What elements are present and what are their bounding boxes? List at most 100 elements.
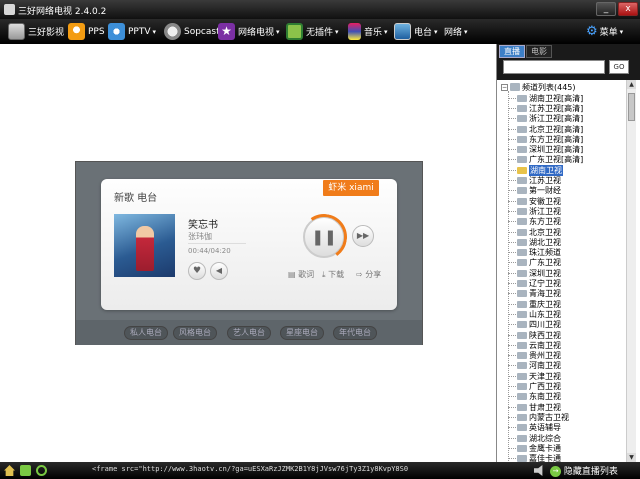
tab-movies[interactable]: 电影 — [526, 45, 552, 58]
channel-item[interactable]: 江苏卫视 — [508, 175, 561, 185]
channel-item[interactable]: 浙江卫视[高清] — [508, 114, 583, 124]
toolbar-item-web-tv[interactable]: ★ 网络电视 ▾ — [218, 22, 280, 41]
arrow-right-icon: → — [550, 466, 561, 477]
film-icon — [8, 23, 25, 40]
fullscreen-icon[interactable] — [20, 465, 31, 476]
toolbar-item-label: 三好影视 — [28, 28, 65, 38]
collapse-icon[interactable]: − — [501, 83, 508, 91]
channel-item[interactable]: 湖北卫视 — [508, 237, 561, 247]
station-artist[interactable]: 艺人电台 — [227, 326, 271, 340]
channel-item[interactable]: 北京卫视[高清] — [508, 124, 583, 134]
channel-item[interactable]: 湖北综合 — [508, 433, 561, 443]
channel-item[interactable]: 珠江频道 — [508, 248, 561, 258]
channel-item[interactable]: 甘肃卫视 — [508, 402, 561, 412]
toolbar-item-label: PPTV — [128, 26, 151, 37]
chevron-down-icon: ▾ — [434, 27, 438, 36]
channel-item[interactable]: 江苏卫视[高清] — [508, 103, 583, 113]
channel-item[interactable]: 天津卫视 — [508, 371, 561, 381]
toolbar-item-music[interactable]: 音乐 ▾ — [348, 22, 388, 41]
channel-item[interactable]: 陕西卫视 — [508, 330, 561, 340]
station-decade[interactable]: 年代电台 — [333, 326, 377, 340]
download-button[interactable]: ⤓ 下载 — [322, 269, 344, 280]
station-private[interactable]: 私人电台 — [124, 326, 168, 340]
channel-item[interactable]: 深圳卫视 — [508, 268, 561, 278]
vertical-scrollbar[interactable]: ▲ ▼ — [626, 80, 636, 462]
channel-search-input[interactable] — [503, 60, 605, 74]
tv-icon — [517, 146, 527, 154]
channel-item[interactable]: 东方卫视[高清] — [508, 134, 583, 144]
channel-item[interactable]: 浙江卫视 — [508, 206, 561, 216]
refresh-icon[interactable] — [36, 465, 47, 476]
channel-item[interactable]: 辽宁卫视 — [508, 278, 561, 288]
channel-item[interactable]: 青海卫视 — [508, 289, 561, 299]
channel-item[interactable]: 广东卫视 — [508, 258, 561, 268]
toolbar-item-sanhao-video[interactable]: 三好影视 — [8, 22, 64, 41]
radio-icon — [394, 23, 411, 40]
channel-item[interactable]: 广东卫视[高清] — [508, 155, 583, 165]
toolbar-item-radio[interactable]: 电台 ▾ — [394, 22, 438, 41]
tv-icon — [517, 125, 527, 133]
lyrics-button[interactable]: ▤ 歌词 — [288, 269, 314, 280]
station-style[interactable]: 风格电台 — [173, 326, 217, 340]
chevron-down-icon: ▾ — [619, 27, 624, 36]
channel-item[interactable]: 湖南卫视[高清] — [508, 93, 583, 103]
toolbar-item-sopcast[interactable]: Sopcast — [164, 22, 220, 41]
next-icon: ▶▶ — [356, 231, 370, 240]
tv-icon — [517, 455, 527, 462]
scroll-down-icon[interactable]: ▼ — [627, 453, 636, 462]
channel-item[interactable]: 重庆卫视 — [508, 299, 561, 309]
xiami-logo[interactable]: 虾米 xiami — [323, 180, 379, 196]
channel-item[interactable]: 深圳卫视[高清] — [508, 145, 583, 155]
home-icon[interactable] — [4, 465, 15, 476]
player-header: 新歌 电台 — [114, 193, 158, 204]
song-title: 笑忘书 — [188, 220, 218, 231]
close-button[interactable]: x — [618, 2, 638, 16]
channel-item[interactable]: 英语辅导 — [508, 423, 561, 433]
channel-item[interactable]: 安徽卫视 — [508, 196, 561, 206]
tv-icon — [517, 259, 527, 267]
channel-item[interactable]: 四川卫视 — [508, 320, 561, 330]
window-title: 三好网络电视 2.4.0.2 — [18, 7, 107, 17]
tv-icon — [517, 269, 527, 277]
scroll-thumb[interactable] — [628, 93, 635, 121]
minimize-button[interactable]: _ — [596, 2, 616, 16]
star-icon: ★ — [218, 23, 235, 40]
hide-channel-list-button[interactable]: → 隐藏直播列表 — [550, 464, 618, 477]
scroll-up-icon[interactable]: ▲ — [627, 80, 636, 89]
channel-item[interactable]: 贵州卫视 — [508, 351, 561, 361]
channel-item[interactable]: 金鹰卡通 — [508, 443, 561, 453]
next-button[interactable]: ▶▶ — [352, 225, 374, 247]
station-zodiac[interactable]: 星座电台 — [280, 326, 324, 340]
channel-item[interactable]: 东方卫视 — [508, 217, 561, 227]
channel-item[interactable]: 第一财经 — [508, 186, 561, 196]
toolbar-item-pptv[interactable]: PPTV ▾ — [108, 22, 156, 41]
toolbar-item-pps[interactable]: PPS — [68, 22, 105, 41]
title-bar: 三好网络电视 2.4.0.2 _ x — [0, 0, 640, 19]
tree-root[interactable]: − 频道列表(445) — [501, 82, 576, 92]
menu-button[interactable]: ⚙ 菜单 ▾ — [586, 22, 623, 41]
toolbar-item-no-plugin[interactable]: 无插件 ▾ — [286, 22, 339, 41]
channel-item[interactable]: 云南卫视 — [508, 340, 561, 350]
go-button[interactable]: GO — [609, 60, 629, 74]
channel-item[interactable]: 嘉佳卡通 — [508, 454, 561, 462]
channel-item[interactable]: 山东卫视 — [508, 309, 561, 319]
pause-button[interactable]: ❚❚ — [297, 210, 351, 264]
channel-item[interactable]: 广西卫视 — [508, 381, 561, 391]
channel-item[interactable]: 湖南卫视 — [508, 164, 563, 176]
tv-icon — [517, 352, 527, 360]
tab-live[interactable]: 直播 — [499, 45, 525, 58]
tv-icon — [517, 135, 527, 143]
channel-item[interactable]: 河南卫视 — [508, 361, 561, 371]
like-button[interactable]: ♥ — [188, 262, 206, 280]
toolbar-item-network[interactable]: 网络 ▾ — [444, 22, 468, 41]
channel-item[interactable]: 东南卫视 — [508, 392, 561, 402]
gear-icon: ⚙ — [586, 24, 598, 39]
tv-icon — [517, 177, 527, 185]
speaker-icon[interactable] — [534, 465, 543, 476]
channel-item[interactable]: 北京卫视 — [508, 227, 561, 237]
volume-button[interactable]: ◀ — [210, 262, 228, 280]
channel-item[interactable]: 内蒙古卫视 — [508, 412, 569, 422]
app-icon — [4, 4, 15, 15]
share-button[interactable]: ⇨ 分享 — [356, 269, 381, 280]
channel-tree: − 频道列表(445) 湖南卫视[高清] 江苏卫视[高清] 浙江卫视[高清] 北京卫视… — [497, 80, 626, 462]
